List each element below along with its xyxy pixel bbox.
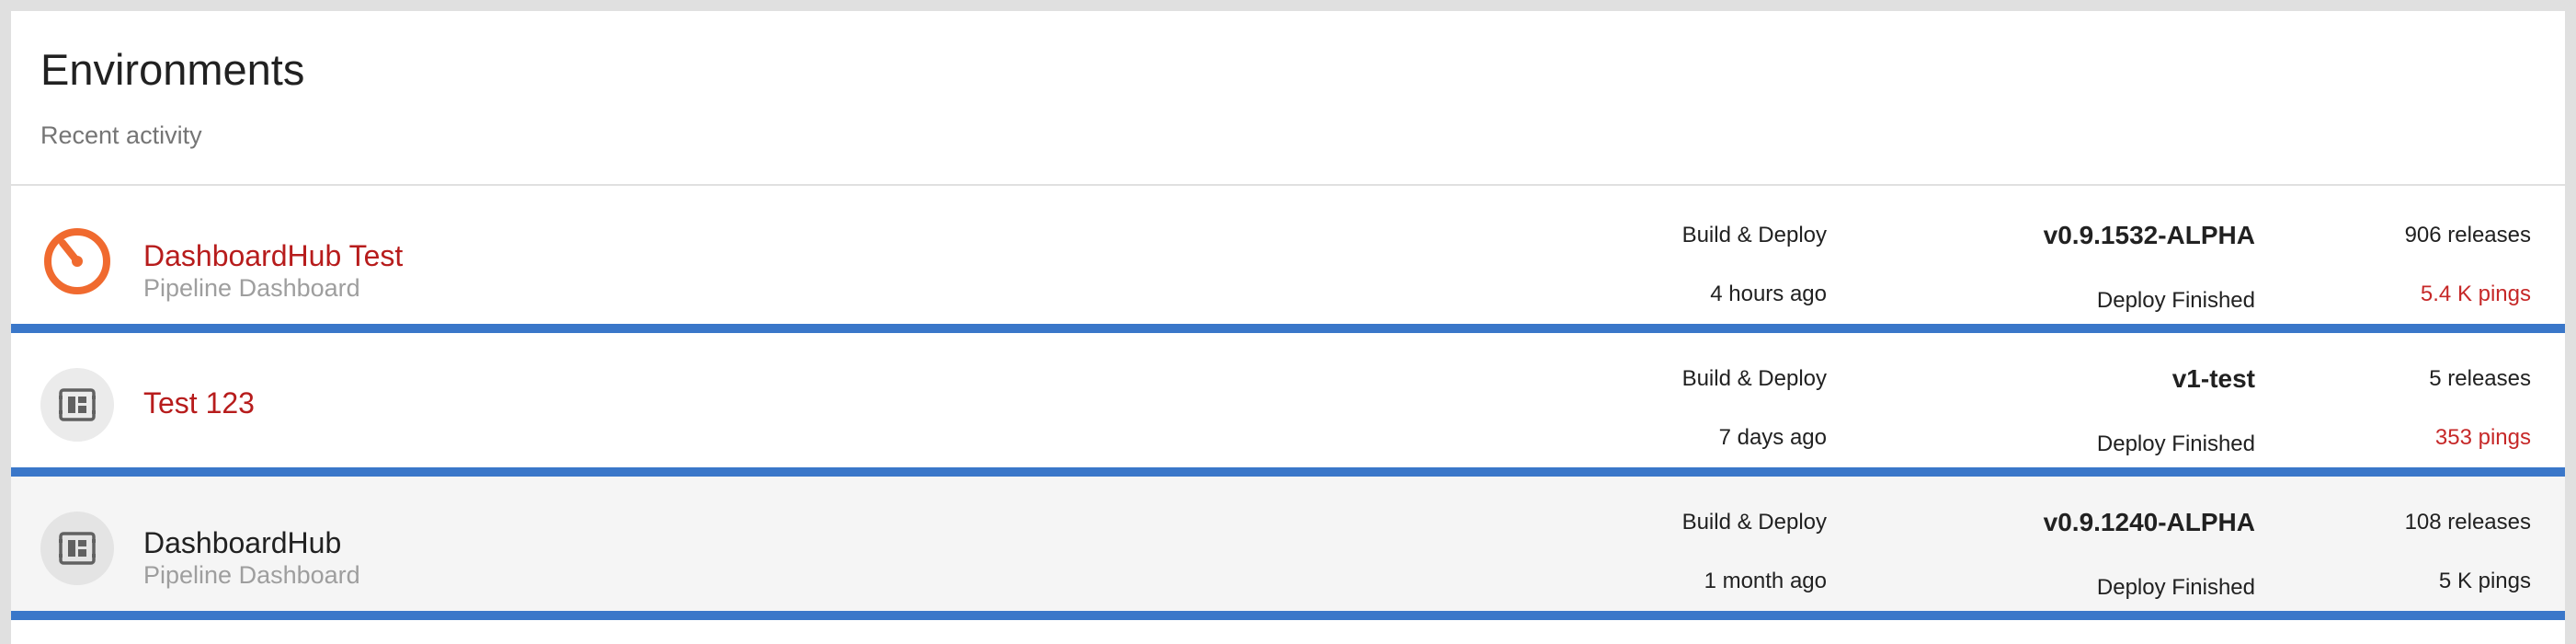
environment-row[interactable]: DashboardHub Pipeline Dashboard Build & … bbox=[11, 477, 2565, 620]
environment-type: Build & Deploy bbox=[1681, 223, 1827, 247]
dashboard-widget-icon bbox=[40, 368, 114, 442]
environment-releases: 906 releases bbox=[2404, 223, 2531, 247]
environment-time: 1 month ago bbox=[1704, 569, 1827, 593]
environment-name[interactable]: DashboardHub bbox=[143, 526, 341, 560]
environment-type: Build & Deploy bbox=[1681, 366, 1827, 391]
environment-version: v0.9.1240-ALPHA bbox=[2043, 508, 2255, 536]
environment-description: Pipeline Dashboard bbox=[143, 274, 360, 302]
row-accent-bar bbox=[11, 611, 2565, 620]
row-accent-bar bbox=[11, 324, 2565, 333]
page-subtitle: Recent activity bbox=[40, 121, 202, 149]
environment-version: v1-test bbox=[2171, 364, 2255, 393]
environment-description: Pipeline Dashboard bbox=[143, 561, 360, 589]
environment-type: Build & Deploy bbox=[1681, 510, 1827, 535]
environment-status: Deploy Finished bbox=[2096, 431, 2255, 456]
environment-row[interactable]: DashboardHub Test Pipeline Dashboard Bui… bbox=[11, 190, 2565, 333]
environment-status: Deploy Finished bbox=[2096, 575, 2255, 600]
environment-pings: 5 K pings bbox=[2438, 569, 2531, 593]
environment-pings-link[interactable]: 5.4 K pings bbox=[2421, 282, 2531, 307]
environment-row[interactable]: Test 123 Build & Deploy 7 days ago v1-te… bbox=[11, 333, 2565, 477]
environment-time: 7 days ago bbox=[1718, 425, 1827, 450]
environments-card: Environments Recent activity DashboardHu… bbox=[11, 11, 2565, 644]
card-header: Environments Recent activity bbox=[11, 11, 2565, 186]
environment-pings-link[interactable]: 353 pings bbox=[2435, 425, 2531, 451]
environment-version: v0.9.1532-ALPHA bbox=[2043, 221, 2255, 249]
environment-releases: 108 releases bbox=[2404, 510, 2531, 535]
environment-name-link[interactable]: Test 123 bbox=[143, 386, 255, 420]
gauge-icon bbox=[40, 224, 114, 298]
row-accent-bar bbox=[11, 467, 2565, 477]
environment-name-link[interactable]: DashboardHub Test bbox=[143, 239, 403, 273]
environment-time: 4 hours ago bbox=[1710, 282, 1827, 306]
page-title: Environments bbox=[40, 45, 305, 94]
environment-releases: 5 releases bbox=[2429, 366, 2531, 391]
environment-status: Deploy Finished bbox=[2096, 288, 2255, 313]
dashboard-widget-icon bbox=[40, 512, 114, 585]
